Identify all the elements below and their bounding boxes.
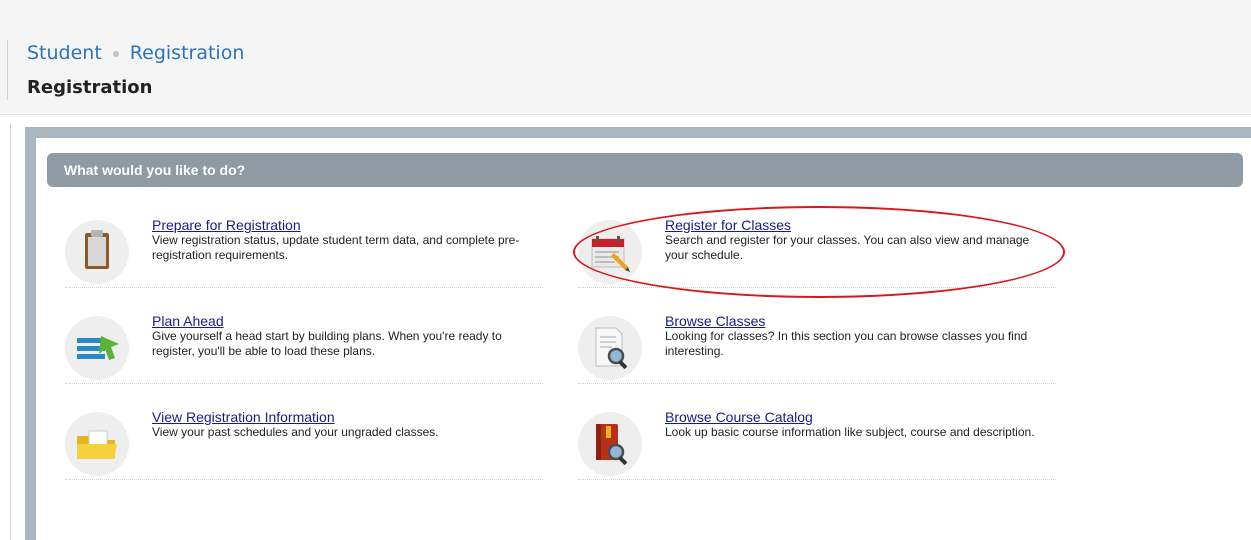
option-browse-classes[interactable]: Browse Classes Looking for classes? In t…: [578, 313, 1056, 384]
folder-icon: [65, 412, 129, 476]
prepare-for-registration-description: View registration status, update student…: [152, 233, 520, 262]
breadcrumb: Student Registration: [27, 40, 244, 66]
plan-list-icon: [65, 316, 129, 380]
left-edge-divider: [7, 40, 8, 100]
browse-classes-link[interactable]: Browse Classes: [665, 313, 765, 329]
option-view-registration-information[interactable]: View Registration Information View your …: [65, 409, 543, 480]
browse-course-catalog-description: Look up basic course information like su…: [665, 425, 1035, 439]
option-browse-course-catalog[interactable]: Browse Course Catalog Look up basic cour…: [578, 409, 1056, 480]
option-prepare-for-registration[interactable]: Prepare for Registration View registrati…: [65, 217, 543, 288]
panel-header: What would you like to do?: [47, 153, 1243, 187]
register-for-classes-link[interactable]: Register for Classes: [665, 217, 791, 233]
prepare-for-registration-link[interactable]: Prepare for Registration: [152, 217, 301, 233]
register-for-classes-description: Search and register for your classes. Yo…: [665, 233, 1030, 262]
view-registration-information-description: View your past schedules and your ungrad…: [152, 425, 439, 439]
option-plan-ahead[interactable]: Plan Ahead Give yourself a head start by…: [65, 313, 543, 384]
plan-ahead-link[interactable]: Plan Ahead: [152, 313, 224, 329]
breadcrumb-separator: [112, 51, 119, 57]
browse-course-catalog-link[interactable]: Browse Course Catalog: [665, 409, 813, 425]
browse-classes-description: Looking for classes? In this section you…: [665, 329, 1028, 358]
page-header: Student Registration Registration: [0, 0, 1251, 115]
view-registration-information-link[interactable]: View Registration Information: [152, 409, 335, 425]
plan-ahead-description: Give yourself a head start by building p…: [152, 329, 502, 358]
calendar-pencil-icon: [578, 220, 642, 284]
document-magnifier-icon: [578, 316, 642, 380]
page-title: Registration: [27, 77, 153, 98]
clipboard-icon: [65, 220, 129, 284]
book-magnifier-icon: [578, 412, 642, 476]
option-register-for-classes[interactable]: Register for Classes Search and register…: [578, 217, 1056, 288]
breadcrumb-item-registration[interactable]: Registration: [130, 42, 245, 64]
breadcrumb-item-student[interactable]: Student: [27, 42, 102, 64]
